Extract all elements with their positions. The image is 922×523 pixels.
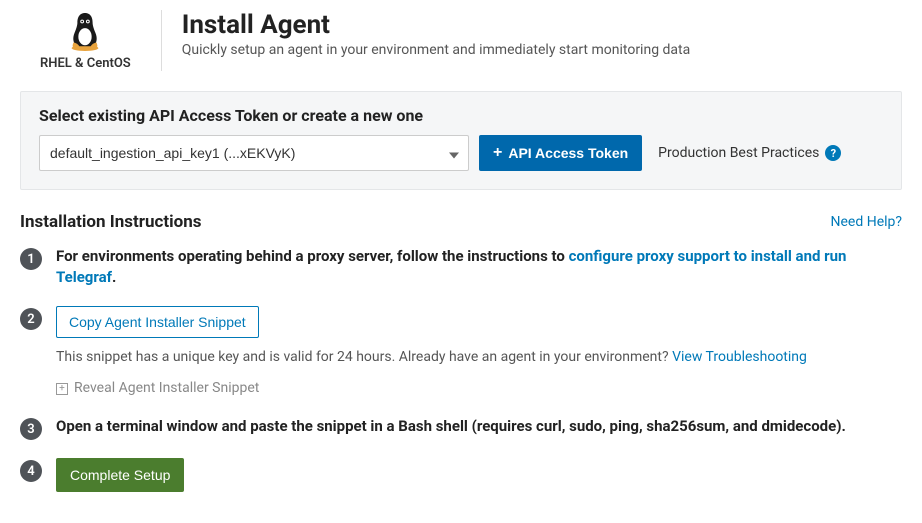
add-token-label: API Access Token: [508, 145, 628, 161]
token-section-title: Select existing API Access Token or crea…: [39, 106, 883, 125]
page-subtitle: Quickly setup an agent in your environme…: [182, 42, 690, 58]
step-number: 1: [20, 248, 42, 270]
token-panel: Select existing API Access Token or crea…: [20, 91, 902, 190]
step-1: 1 For environments operating behind a pr…: [20, 246, 902, 288]
step-3: 3 Open a terminal window and paste the s…: [20, 416, 902, 440]
logo-block: RHEL & CentOS: [20, 10, 162, 71]
step-body: Open a terminal window and paste the sni…: [56, 416, 902, 437]
need-help-link[interactable]: Need Help?: [831, 214, 903, 230]
step-1-suffix: .: [112, 268, 116, 286]
snippet-note: This snippet has a unique key and is val…: [56, 348, 902, 368]
expand-icon: +: [56, 383, 68, 395]
step-3-text: Open a terminal window and paste the sni…: [56, 417, 846, 435]
snippet-note-text: This snippet has a unique key and is val…: [56, 349, 672, 365]
linux-penguin-icon: [66, 10, 104, 52]
token-dropdown[interactable]: [39, 135, 469, 171]
step-number: 4: [20, 460, 42, 482]
best-practices-link[interactable]: Production Best Practices ?: [658, 145, 841, 161]
best-practices-label: Production Best Practices: [658, 145, 819, 161]
copy-snippet-button[interactable]: Copy Agent Installer Snippet: [56, 306, 259, 338]
step-4: 4 Complete Setup: [20, 458, 902, 492]
step-body: For environments operating behind a prox…: [56, 246, 902, 288]
page-title: Install Agent: [182, 10, 690, 40]
page-header: RHEL & CentOS Install Agent Quickly setu…: [20, 10, 902, 71]
step-number: 2: [20, 308, 42, 330]
instructions-header: Installation Instructions Need Help?: [20, 212, 902, 232]
plus-icon: +: [493, 144, 502, 162]
troubleshooting-link[interactable]: View Troubleshooting: [672, 349, 807, 365]
step-2: 2 Copy Agent Installer Snippet This snip…: [20, 306, 902, 398]
step-1-prefix: For environments operating behind a prox…: [56, 247, 569, 265]
token-row: + API Access Token Production Best Pract…: [39, 135, 883, 171]
token-dropdown-input[interactable]: [39, 135, 469, 171]
step-number: 3: [20, 418, 42, 440]
instructions-title: Installation Instructions: [20, 212, 201, 232]
add-api-token-button[interactable]: + API Access Token: [479, 135, 642, 171]
step-body: Complete Setup: [56, 458, 902, 492]
step-body: Copy Agent Installer Snippet This snippe…: [56, 306, 902, 398]
title-block: Install Agent Quickly setup an agent in …: [182, 10, 690, 58]
help-icon: ?: [825, 145, 841, 161]
reveal-label: Reveal Agent Installer Snippet: [74, 379, 259, 399]
logo-label: RHEL & CentOS: [40, 56, 131, 71]
reveal-snippet-toggle[interactable]: + Reveal Agent Installer Snippet: [56, 379, 259, 399]
complete-setup-button[interactable]: Complete Setup: [56, 458, 184, 492]
